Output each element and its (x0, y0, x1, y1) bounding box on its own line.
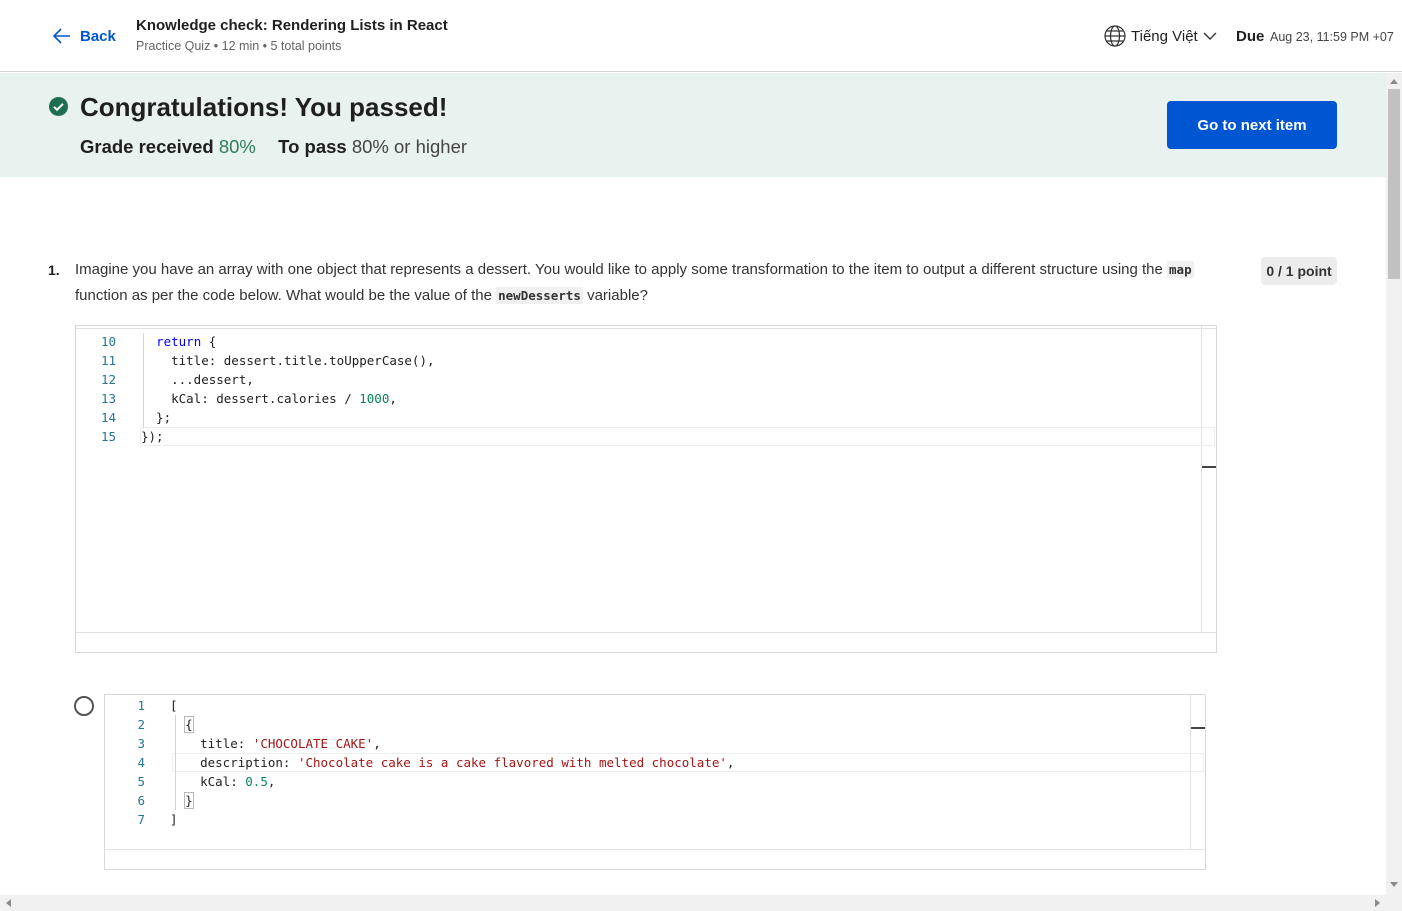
current-line-highlight (140, 427, 1215, 446)
question-text-part1: Imagine you have an array with one objec… (75, 261, 1163, 278)
line-number: 10 (100, 334, 116, 349)
editor-scrollbar-track[interactable] (1190, 695, 1191, 849)
result-title: Congratulations! You passed! (80, 92, 448, 122)
chevron-down-icon (1203, 32, 1217, 40)
due-label: Due (1236, 28, 1265, 45)
question-text-part2: function as per the code below. What wou… (75, 287, 492, 304)
editor-top-border (76, 328, 1216, 329)
code-line: title: dessert.title.toUpperCase(), (141, 353, 435, 368)
minimap-marker (1202, 466, 1216, 468)
editor-bottom-border (76, 632, 1216, 633)
code-line: kCal: 0.5, (170, 774, 276, 789)
code-line: ...dessert, (141, 372, 254, 387)
line-number: 14 (100, 410, 116, 425)
code-line: kCal: dessert.calories / 1000, (141, 391, 397, 406)
editor-scrollbar-track[interactable] (1201, 326, 1202, 632)
language-label: Tiếng Việt (1131, 27, 1198, 45)
scroll-up-icon[interactable] (1390, 79, 1398, 84)
check-circle-icon (49, 97, 68, 116)
points-badge: 0 / 1 point (1261, 257, 1337, 285)
language-selector[interactable]: Tiếng Việt (1104, 25, 1217, 47)
minimap-marker (1191, 727, 1205, 729)
line-number: 1 (137, 698, 145, 713)
option-code-editor[interactable]: 1 [2 {3 title: 'CHOCOLATE CAKE', 4 descrip… (104, 694, 1206, 870)
answer-option-radio[interactable] (74, 696, 94, 716)
line-number: 11 (100, 353, 116, 368)
code-line: }); (141, 429, 164, 444)
line-number: 4 (137, 755, 145, 770)
back-label: Back (80, 27, 116, 45)
grade-summary: Grade received 80% To pass 80% or higher (80, 136, 467, 158)
line-number: 5 (137, 774, 145, 789)
question-text-part3: variable? (587, 287, 648, 304)
line-number: 15 (100, 429, 116, 444)
code-line: { (184, 716, 194, 733)
next-item-button[interactable]: Go to next item (1167, 101, 1337, 149)
inline-code-newdesserts: newDesserts (496, 287, 583, 304)
pass-value: 80% or higher (351, 136, 468, 157)
scroll-left-icon[interactable] (6, 899, 11, 907)
top-bar: Back Knowledge check: Rendering Lists in… (0, 0, 1402, 72)
line-number: 3 (137, 736, 145, 751)
line-number: 7 (137, 812, 145, 827)
code-line: return { (156, 334, 217, 349)
back-button[interactable]: Back (52, 26, 116, 46)
question-code-editor[interactable]: 10 return { 11 title: dessert.title.toUpp… (75, 325, 1217, 653)
line-number: 6 (137, 793, 145, 808)
globe-icon (1104, 25, 1126, 47)
due-date: Aug 23, 11:59 PM +07 (1270, 30, 1394, 44)
question-text: Imagine you have an array with one objec… (75, 257, 1215, 309)
line-number: 12 (100, 372, 116, 387)
quiz-title: Knowledge check: Rendering Lists in Reac… (136, 17, 448, 34)
editor-bottom-border (105, 849, 1205, 850)
grade-label: Grade received (80, 136, 214, 157)
quiz-meta: Practice Quiz • 12 min • 5 total points (136, 39, 342, 53)
arrow-left-icon (52, 28, 70, 44)
grade-value: 80% (218, 136, 256, 157)
scroll-right-icon[interactable] (1375, 899, 1380, 907)
code-line: ] (170, 812, 178, 827)
line-number: 2 (137, 717, 145, 732)
code-line: [ (170, 698, 178, 713)
code-line: description: 'Chocolate cake is a cake f… (170, 755, 735, 770)
code-line: } (184, 792, 194, 809)
horizontal-scrollbar[interactable] (0, 895, 1402, 911)
vertical-scrollbar-thumb[interactable] (1388, 89, 1400, 279)
line-number: 13 (100, 391, 116, 406)
pass-label: To pass (278, 136, 347, 157)
code-line: title: 'CHOCOLATE CAKE', (170, 736, 381, 751)
inline-code-map: map (1167, 261, 1194, 278)
scroll-down-icon[interactable] (1390, 882, 1398, 887)
code-line: }; (141, 410, 172, 425)
question-number: 1. (48, 262, 60, 278)
quiz-page: Back Knowledge check: Rendering Lists in… (0, 0, 1402, 911)
